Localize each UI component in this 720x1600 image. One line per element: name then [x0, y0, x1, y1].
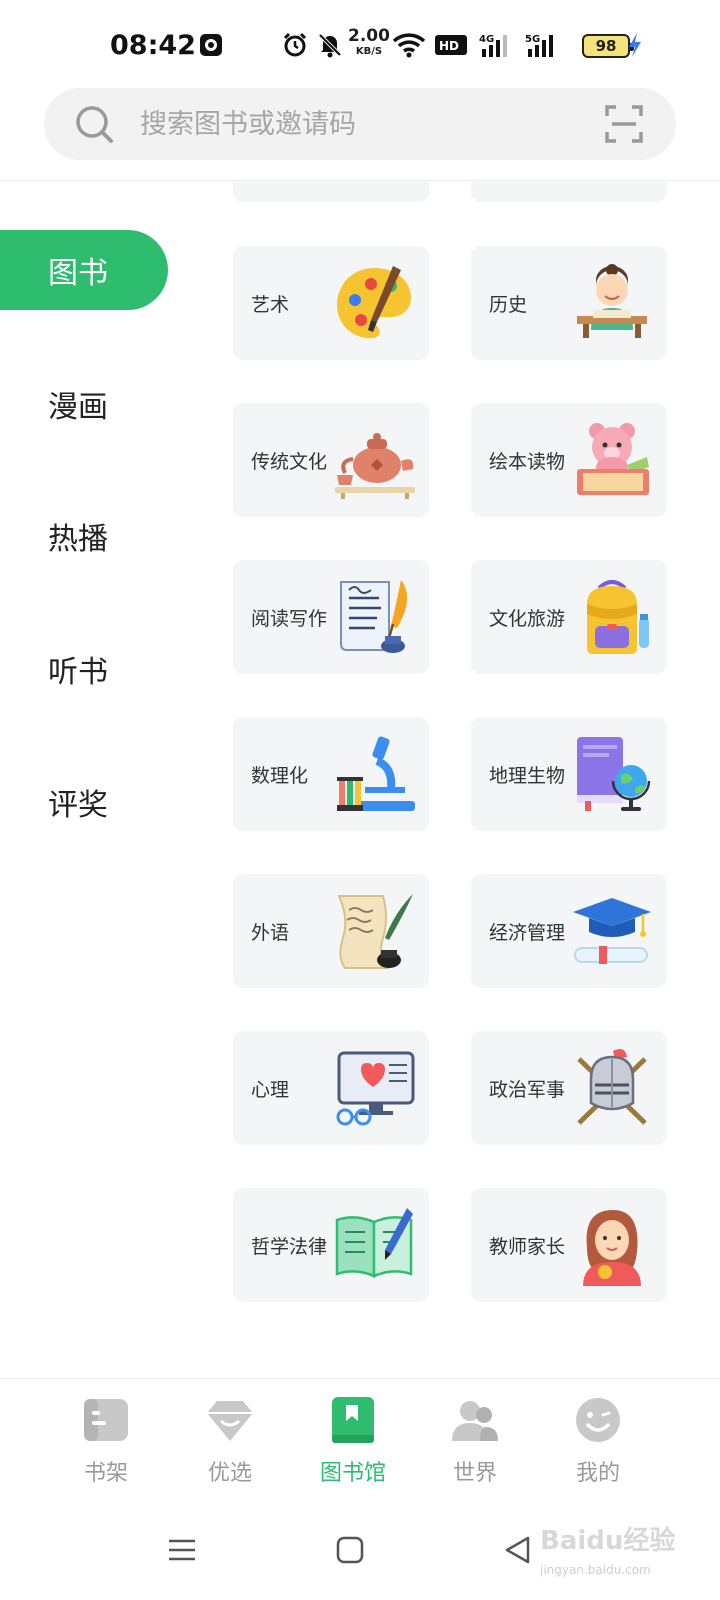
tab-world[interactable]: 世界	[425, 1395, 525, 1487]
category-card-economics-management[interactable]: 经济管理	[471, 874, 667, 988]
sidebar-item-awards[interactable]: 评奖	[0, 762, 168, 842]
diamond-icon	[207, 1401, 253, 1441]
search-bar[interactable]	[44, 88, 676, 160]
backpack-icon	[587, 580, 649, 654]
category-card-teachers-parents[interactable]: 教师家长	[471, 1188, 667, 1302]
library-icon	[332, 1397, 374, 1443]
5g-signal-icon: 5G	[524, 30, 560, 60]
category-card-traditional-culture[interactable]: 传统文化	[233, 403, 429, 517]
category-label: 艺术	[251, 294, 290, 316]
category-label: 外语	[251, 922, 290, 944]
scroll-quill-icon	[337, 894, 413, 969]
globe-book-icon	[577, 737, 651, 811]
category-card-math-physics-chemistry[interactable]: 数理化	[233, 717, 429, 831]
quill-paper-icon	[340, 580, 408, 653]
watermark: Baidu经验 jingyan.baidu.com	[540, 1520, 710, 1590]
category-card-history[interactable]: 历史	[471, 246, 667, 360]
category-grid: 艺术 历史 传统文化 绘本读物 阅读写作 文化旅游 数理化 地理生物 外语 经济…	[205, 182, 720, 1377]
teapot-icon	[335, 433, 415, 499]
alarm-icon	[281, 30, 309, 60]
status-time: 08:42	[110, 30, 196, 61]
bottom-nav-divider	[0, 1378, 720, 1379]
category-label: 绘本读物	[489, 451, 566, 473]
tab-bookshelf[interactable]: 书架	[56, 1395, 156, 1487]
bookshelf-icon	[84, 1399, 128, 1441]
tab-label: 书架	[83, 1461, 128, 1486]
app-badge-icon	[198, 30, 224, 60]
system-home-button[interactable]	[328, 1530, 372, 1570]
hd-icon: HD	[434, 30, 468, 60]
wifi-icon	[392, 30, 426, 60]
battery-indicator: 98	[582, 34, 634, 58]
tab-label: 我的	[575, 1461, 620, 1486]
menu-icon	[169, 1539, 195, 1561]
category-label: 数理化	[251, 765, 309, 787]
category-card-foreign-languages[interactable]: 外语	[233, 874, 429, 988]
category-label: 政治军事	[489, 1079, 566, 1101]
scholar-icon	[577, 264, 647, 338]
sidebar-item-books[interactable]: 图书	[0, 230, 168, 310]
monitor-heart-icon	[336, 1051, 415, 1126]
tab-label: 图书馆	[319, 1461, 386, 1486]
category-label: 经济管理	[489, 922, 566, 944]
people-icon	[452, 1401, 498, 1441]
back-triangle-icon	[505, 1536, 530, 1564]
category-label: 传统文化	[251, 451, 328, 473]
category-card-philosophy-law[interactable]: 哲学法律	[233, 1188, 429, 1302]
svg-text:HD: HD	[439, 39, 459, 53]
net-speed-unit: KB/S	[355, 46, 383, 57]
microscope-icon	[337, 736, 415, 811]
tab-library[interactable]: 图书馆	[303, 1395, 403, 1487]
home-square-icon	[336, 1536, 364, 1564]
teacher-avatar-icon	[583, 1210, 641, 1286]
system-menu-button[interactable]	[160, 1530, 204, 1570]
mute-icon	[316, 30, 344, 60]
svg-text:4G: 4G	[479, 34, 494, 45]
charging-icon	[626, 30, 644, 60]
watermark-url: jingyan.baidu.com	[540, 1563, 651, 1577]
category-label: 教师家长	[489, 1236, 566, 1258]
sidebar-item-comics[interactable]: 漫画	[0, 364, 168, 444]
category-card-culture-travel[interactable]: 文化旅游	[471, 560, 667, 674]
status-bar: 08:42 2.00 KB/S HD 4G 5G 98	[0, 0, 720, 88]
category-card-art[interactable]: 艺术	[233, 246, 429, 360]
graduation-cap-icon	[573, 898, 651, 964]
scan-icon[interactable]	[604, 104, 644, 148]
header-divider	[0, 180, 720, 181]
category-card-partial[interactable]	[233, 182, 429, 202]
search-input[interactable]	[140, 102, 560, 146]
category-label: 心理	[251, 1079, 290, 1101]
smiley-icon	[576, 1398, 620, 1442]
search-icon	[74, 104, 114, 148]
sidebar-item-audiobooks[interactable]: 听书	[0, 629, 168, 709]
palette-icon	[337, 266, 411, 339]
tab-featured[interactable]: 优选	[180, 1395, 280, 1487]
tab-label: 世界	[452, 1461, 497, 1486]
teddy-bear-icon	[577, 423, 649, 495]
knight-helmet-icon	[577, 1049, 647, 1125]
tab-label: 优选	[207, 1461, 252, 1486]
category-label: 阅读写作	[251, 608, 328, 630]
open-book-pen-icon	[335, 1208, 413, 1278]
svg-text:5G: 5G	[525, 34, 540, 45]
category-label: 地理生物	[489, 765, 566, 787]
category-label: 哲学法律	[251, 1236, 328, 1258]
watermark-text: Baidu经验	[540, 1526, 676, 1556]
category-card-partial[interactable]	[471, 182, 667, 202]
tab-me[interactable]: 我的	[548, 1395, 648, 1487]
system-back-button[interactable]	[496, 1530, 540, 1570]
category-card-picture-books[interactable]: 绘本读物	[471, 403, 667, 517]
category-card-politics-military[interactable]: 政治军事	[471, 1031, 667, 1145]
category-card-psychology[interactable]: 心理	[233, 1031, 429, 1145]
sidebar-item-trending[interactable]: 热播	[0, 496, 168, 576]
category-label: 文化旅游	[489, 608, 566, 630]
4g-signal-icon: 4G	[478, 30, 514, 60]
net-speed-value: 2.00	[348, 26, 390, 46]
category-card-reading-writing[interactable]: 阅读写作	[233, 560, 429, 674]
category-label: 历史	[489, 294, 528, 316]
category-card-geography-biology[interactable]: 地理生物	[471, 717, 667, 831]
net-speed: 2.00 KB/S	[347, 28, 391, 57]
